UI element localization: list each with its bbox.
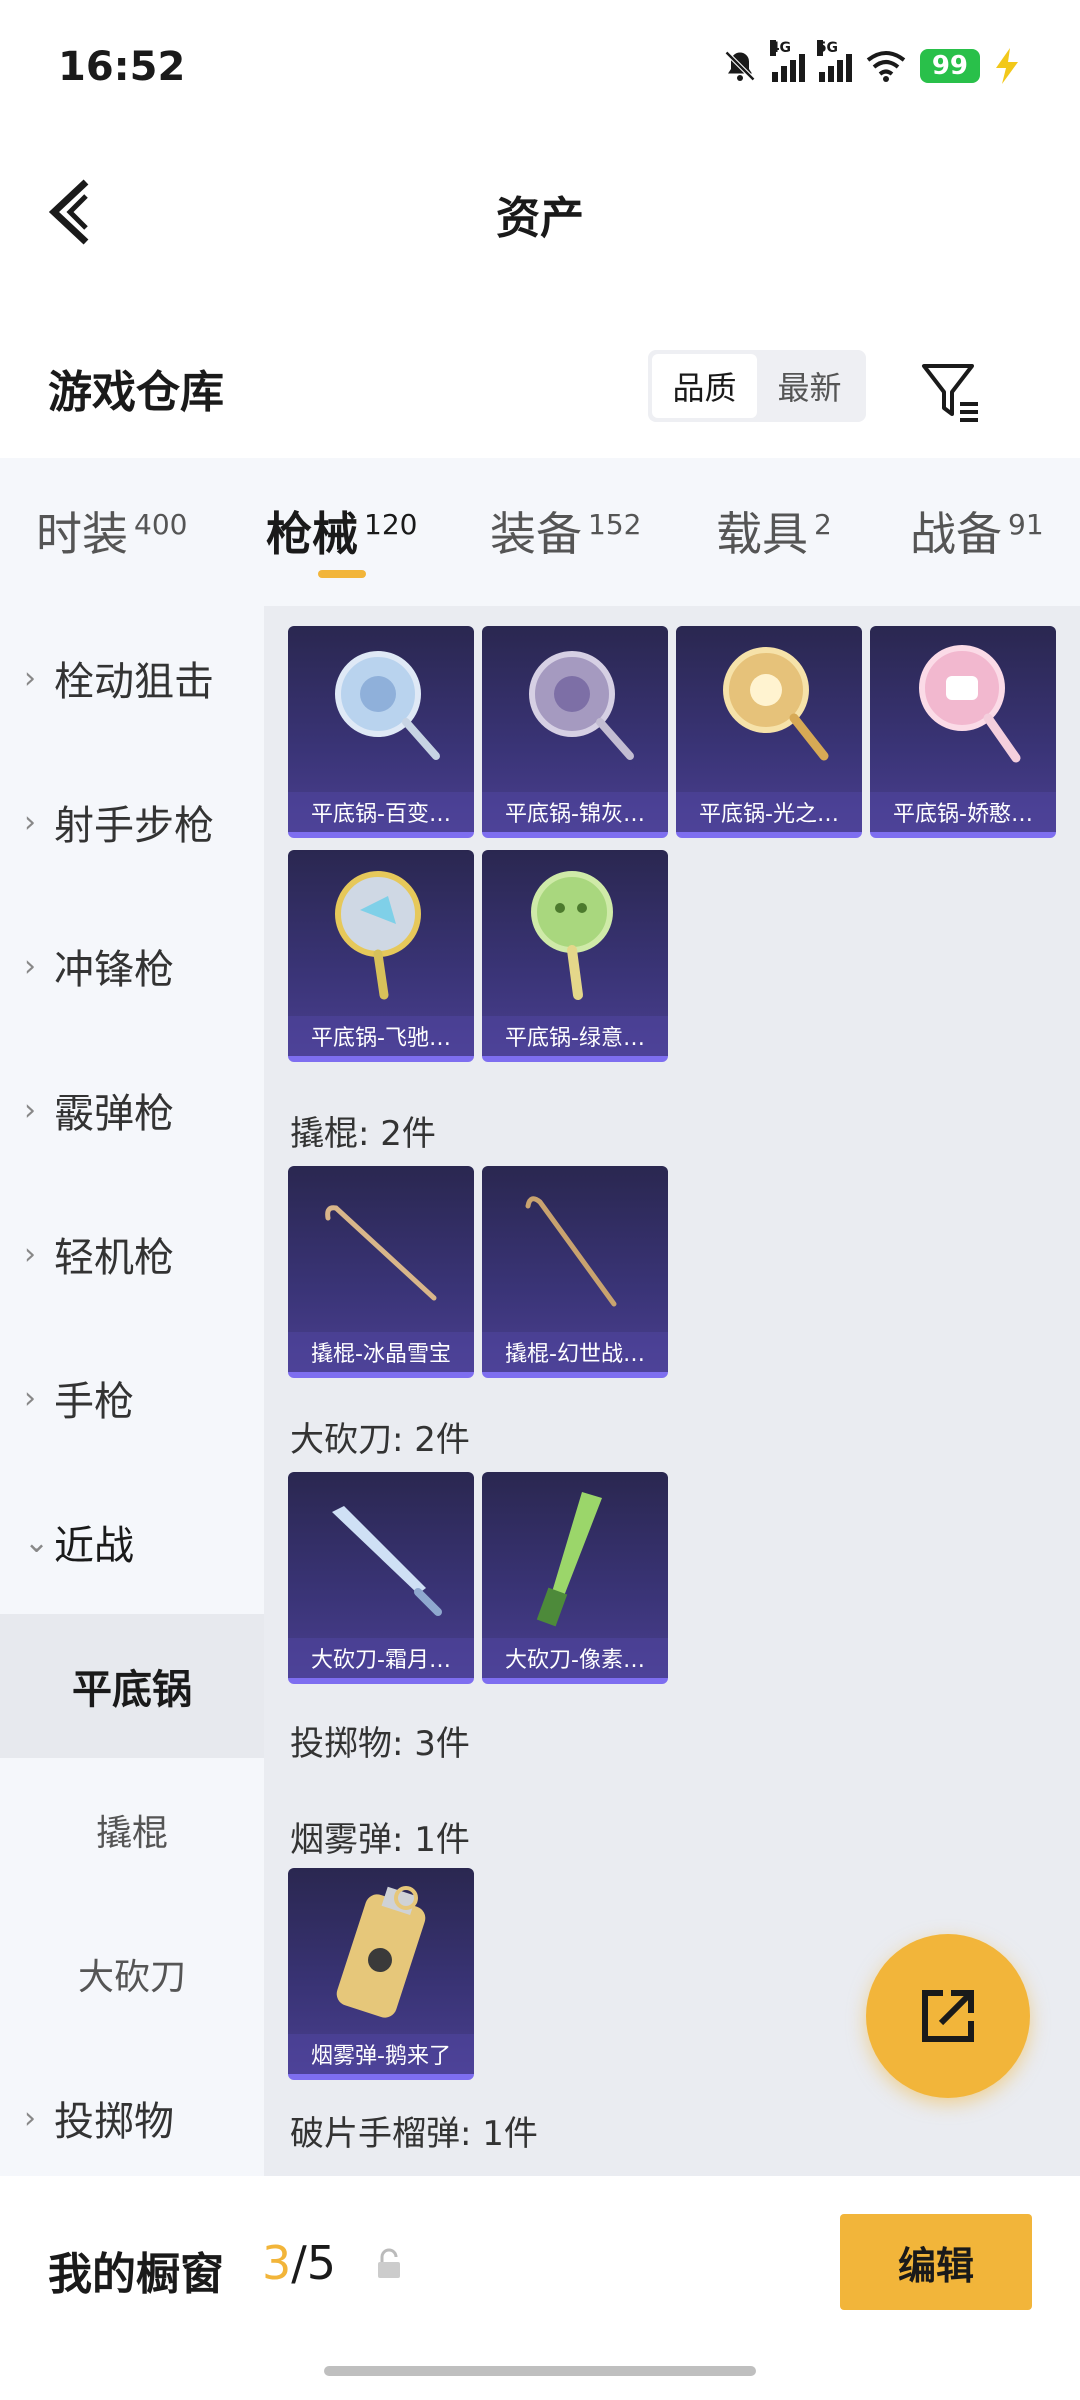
- filter-button[interactable]: [916, 356, 986, 426]
- mute-bell-icon: [724, 50, 755, 82]
- item-card-smoke-1[interactable]: 烟雾弹-鹅来了: [288, 1868, 474, 2080]
- item-card-pan-4[interactable]: 平底锅-娇憨…: [870, 626, 1056, 838]
- crowbar-icon: [325, 1205, 437, 1301]
- signal-5g-icon: 5G: [816, 40, 852, 82]
- sidebar-subitem-crowbar[interactable]: 撬棍: [0, 1758, 264, 1902]
- sidebar-subitem-machete[interactable]: 大砍刀: [0, 1902, 264, 2046]
- item-card-crowbar-1[interactable]: 撬棍-冰晶雪宝: [288, 1166, 474, 1378]
- edit-button[interactable]: 编辑: [840, 2214, 1032, 2310]
- sidebar-item-marksman-rifle[interactable]: › 射手步枪: [0, 750, 264, 894]
- frying-pan-icon: [723, 647, 829, 761]
- sidebar-item-smg[interactable]: › 冲锋枪: [0, 894, 264, 1038]
- lock-icon: [378, 2248, 400, 2278]
- share-export-icon: [922, 1990, 974, 2042]
- section-header-crowbar: 撬棍: 2件: [290, 1114, 436, 1154]
- section-header-throwables: 投掷物: 3件: [290, 1724, 470, 1764]
- status-bar: 16:52 4G 5G 99: [0, 0, 1080, 140]
- sort-latest-button[interactable]: 最新: [757, 354, 862, 418]
- sidebar-item-lmg[interactable]: › 轻机枪: [0, 1182, 264, 1326]
- item-card-crowbar-2[interactable]: 撬棍-幻世战…: [482, 1166, 668, 1378]
- home-indicator[interactable]: [324, 2366, 756, 2376]
- chevron-right-icon: ›: [24, 1380, 36, 1416]
- crowbar-icon: [525, 1196, 617, 1307]
- section-header-smoke: 烟雾弹: 1件: [290, 1820, 470, 1860]
- warehouse-header: 游戏仓库 品质 最新: [0, 330, 1080, 440]
- signal-4g-icon: 4G: [769, 40, 805, 82]
- tab-guns[interactable]: 枪械 120: [266, 498, 417, 564]
- machete-icon: [536, 1492, 602, 1627]
- chevron-right-icon: ›: [24, 1092, 36, 1128]
- chevron-right-icon: ›: [24, 2100, 36, 2136]
- sidebar-item-bolt-sniper[interactable]: › 栓动狙击: [0, 606, 264, 750]
- sort-quality-button[interactable]: 品质: [652, 354, 757, 418]
- sidebar-item-shotgun[interactable]: › 霰弹枪: [0, 1038, 264, 1182]
- wifi-icon: [866, 51, 906, 82]
- chevron-down-icon: ⌄: [24, 1524, 50, 1560]
- tab-fashion[interactable]: 时装 400: [36, 498, 187, 564]
- section-header-frag: 破片手榴弹: 1件: [290, 2114, 538, 2154]
- sidebar-item-melee[interactable]: ⌄ 近战: [0, 1470, 264, 1614]
- frying-pan-icon: [919, 645, 1021, 763]
- sidebar-item-throwables[interactable]: › 投掷物: [0, 2046, 264, 2176]
- showcase-bar: 我的橱窗 3/5 编辑: [0, 2176, 1080, 2400]
- item-card-machete-2[interactable]: 大砍刀-像素…: [482, 1472, 668, 1684]
- machete-icon: [332, 1506, 442, 1616]
- nav-bar: 资产: [0, 150, 1080, 270]
- item-card-pan-1[interactable]: 平底锅-百变…: [288, 626, 474, 838]
- tab-equipment[interactable]: 装备 152: [490, 498, 641, 564]
- battery-indicator: 99: [919, 49, 980, 83]
- active-tab-underline: [318, 570, 366, 578]
- frying-pan-icon: [531, 871, 613, 1000]
- sidebar-subitem-pan[interactable]: 平底锅: [0, 1614, 264, 1758]
- frying-pan-icon: [335, 651, 440, 760]
- chevron-right-icon: ›: [24, 660, 36, 696]
- item-card-pan-2[interactable]: 平底锅-锦灰…: [482, 626, 668, 838]
- chevron-right-icon: ›: [24, 948, 36, 984]
- frying-pan-icon: [529, 651, 634, 760]
- frying-pan-icon: [335, 871, 421, 1000]
- showcase-count: 3/5: [262, 2236, 337, 2290]
- chevron-right-icon: ›: [24, 1236, 36, 1272]
- item-card-pan-5[interactable]: 平底锅-飞驰…: [288, 850, 474, 1062]
- status-icons: 4G 5G 99: [722, 40, 1020, 84]
- category-tabs: 时装 400 枪械 120 装备 152 载具 2 战备 91: [0, 458, 1080, 606]
- smoke-grenade-icon: [336, 1886, 426, 2018]
- item-card-pan-6[interactable]: 平底锅-绿意…: [482, 850, 668, 1062]
- status-time: 16:52: [58, 44, 186, 90]
- charging-bolt-icon: [996, 48, 1018, 84]
- category-sidebar: › 栓动狙击 › 射手步枪 › 冲锋枪 › 霰弹枪 › 轻机枪 › 手枪 ⌄ 近战 平底锅 撬…: [0, 606, 264, 2176]
- filter-icon: [922, 364, 978, 422]
- showcase-label: 我的橱窗: [48, 2249, 224, 2300]
- tab-gear[interactable]: 战备 91: [910, 498, 1044, 564]
- share-button[interactable]: [866, 1934, 1030, 2098]
- sidebar-item-pistol[interactable]: › 手枪: [0, 1326, 264, 1470]
- chevron-right-icon: ›: [24, 804, 36, 840]
- item-card-machete-1[interactable]: 大砍刀-霜月…: [288, 1472, 474, 1684]
- tab-vehicles[interactable]: 载具 2: [716, 498, 832, 564]
- section-header-machete: 大砍刀: 2件: [290, 1420, 470, 1460]
- page-title: 资产: [496, 193, 584, 244]
- item-card-pan-3[interactable]: 平底锅-光之…: [676, 626, 862, 838]
- warehouse-title: 游戏仓库: [48, 367, 224, 418]
- sort-toggle: 品质 最新: [648, 350, 866, 422]
